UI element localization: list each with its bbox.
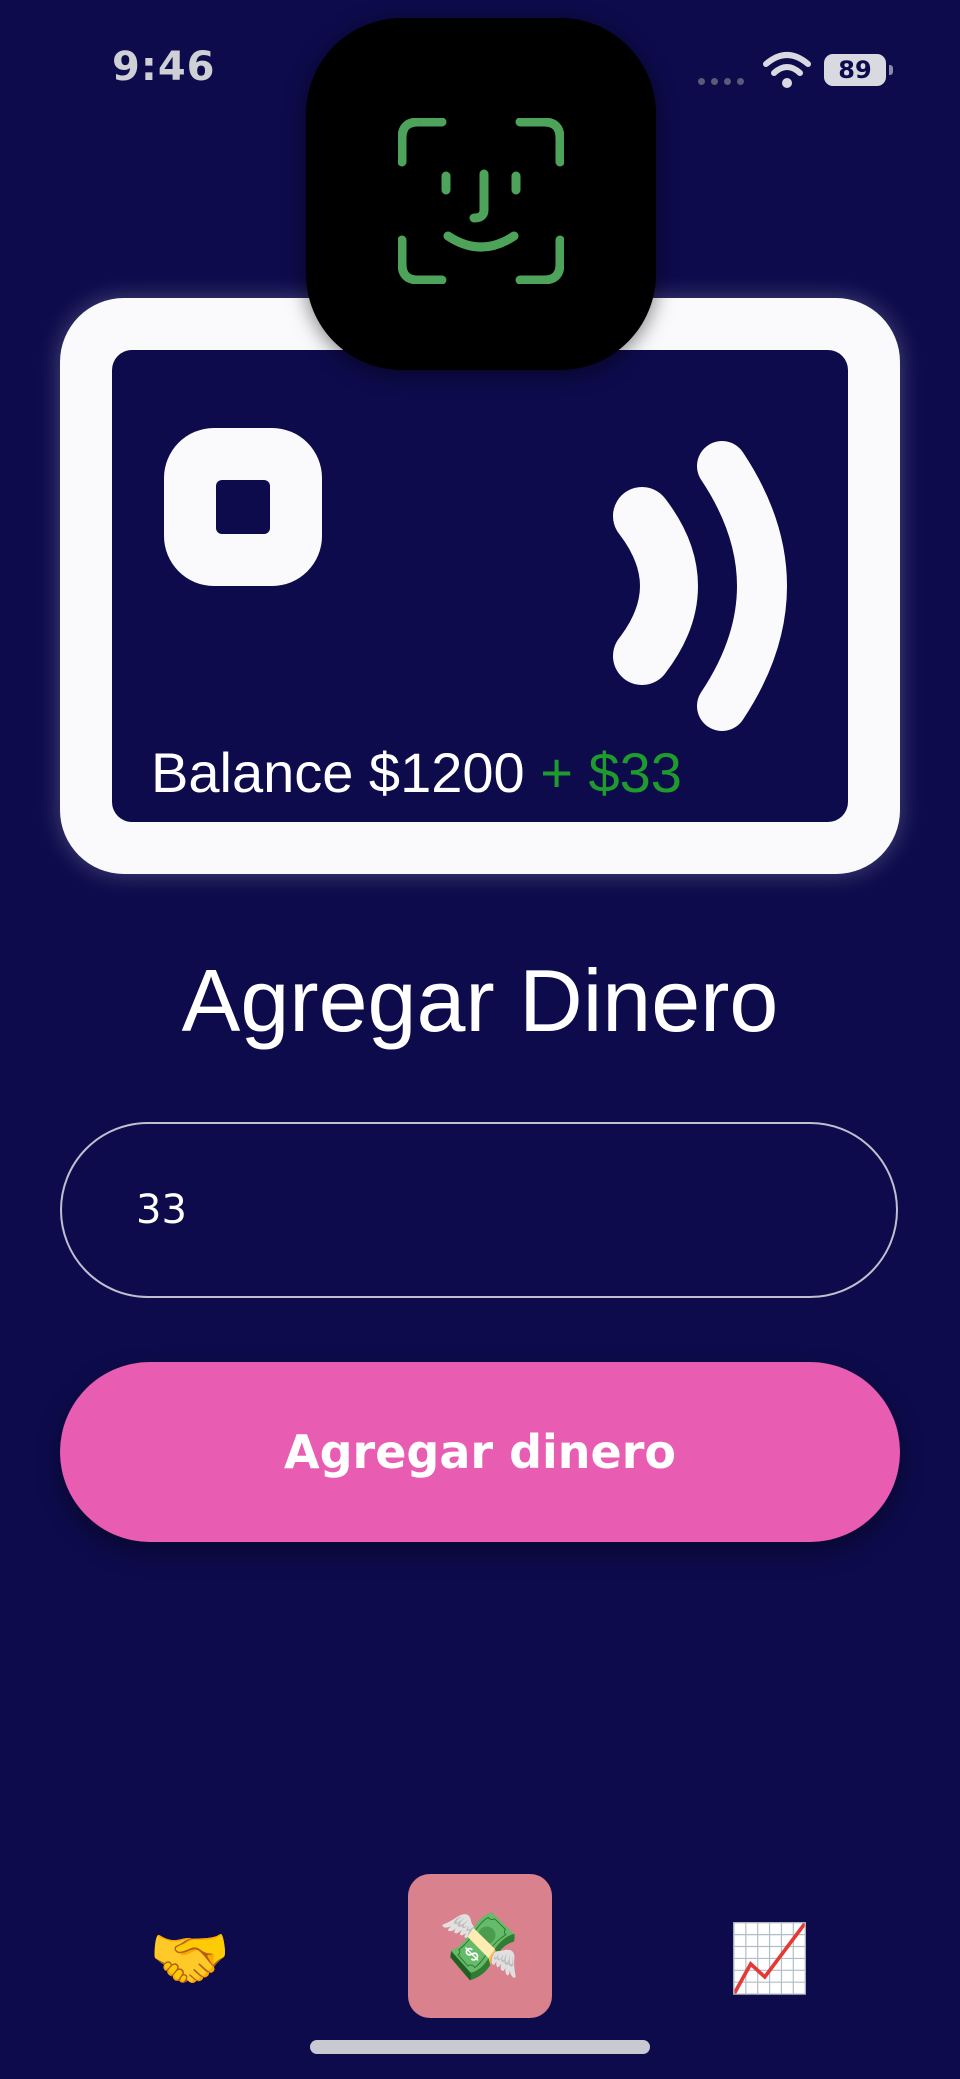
home-indicator[interactable] — [310, 2040, 650, 2054]
chip-icon — [164, 428, 322, 586]
tab-add-money[interactable]: 💸 — [408, 1874, 552, 2018]
chart-increasing-icon: 📈 — [728, 1921, 812, 1995]
status-time: 9:46 — [112, 44, 216, 90]
battery-level: 89 — [838, 56, 872, 84]
amount-input[interactable] — [60, 1122, 898, 1298]
card-balance: Balance $1200 + $33 — [151, 740, 682, 805]
faceid-prompt — [306, 18, 656, 370]
money-with-wings-icon: 💸 — [438, 1909, 522, 1983]
faceid-icon — [398, 118, 564, 284]
balance-amount: Balance $1200 — [151, 741, 525, 804]
balance-card: Balance $1200 + $33 — [60, 298, 900, 874]
page-title: Agregar Dinero — [181, 951, 779, 1050]
card-face: Balance $1200 + $33 — [112, 350, 848, 822]
wifi-icon — [763, 52, 811, 88]
added-amount: + $33 — [524, 741, 682, 804]
battery-icon: 89 — [824, 54, 893, 86]
tab-deals[interactable]: 🤝 — [140, 1908, 240, 2008]
tab-bar: 🤝 💸 📈 — [0, 1860, 960, 2030]
add-money-button[interactable]: Agregar dinero — [60, 1362, 900, 1542]
handshake-icon: 🤝 — [148, 1921, 232, 1995]
tab-stats[interactable]: 📈 — [720, 1908, 820, 2008]
cellular-signal-icon — [698, 78, 744, 85]
contactless-icon — [613, 441, 787, 731]
